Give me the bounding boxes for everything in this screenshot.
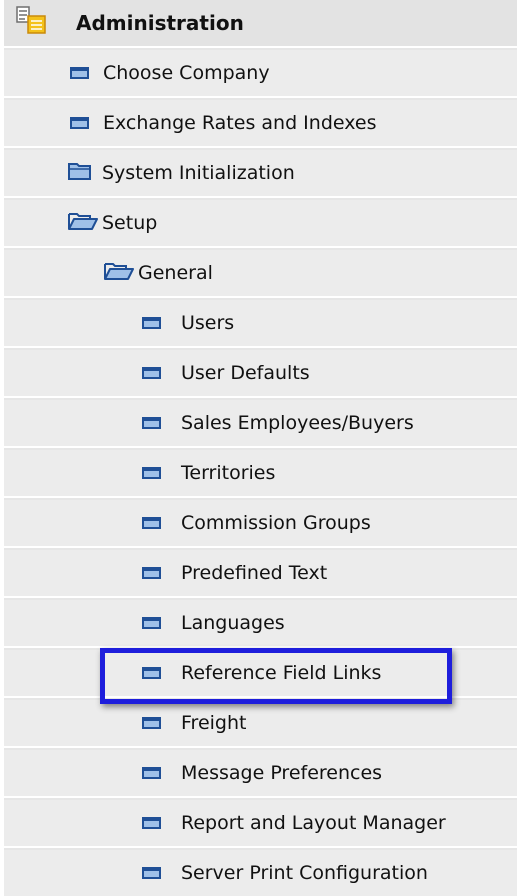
menu-item-label: General (138, 262, 213, 284)
menu-item-message-preferences[interactable]: Message Preferences (4, 750, 517, 798)
menu-item-label: Choose Company (103, 62, 270, 84)
menu-item-label: Territories (181, 462, 276, 484)
menu-item-languages[interactable]: Languages (4, 600, 517, 648)
folder-closed-icon (68, 161, 92, 186)
menu-item-label: Exchange Rates and Indexes (103, 112, 377, 134)
folder-open-icon (104, 261, 134, 286)
menu-item-label: Reference Field Links (181, 662, 382, 684)
menu-item-label: Users (181, 312, 235, 334)
document-icon (142, 617, 161, 629)
menu-item-label: Sales Employees/Buyers (181, 412, 414, 434)
administration-menu-tree: Administration Choose Company Exchange R… (0, 0, 517, 896)
menu-item-choose-company[interactable]: Choose Company (4, 50, 517, 98)
menu-item-commission-groups[interactable]: Commission Groups (4, 500, 517, 548)
document-icon (142, 317, 161, 329)
menu-item-system-initialization[interactable]: System Initialization (4, 150, 517, 198)
menu-item-freight[interactable]: Freight (4, 700, 517, 748)
menu-item-label: Freight (181, 712, 247, 734)
document-icon (142, 517, 161, 529)
document-icon (142, 767, 161, 779)
menu-item-label: User Defaults (181, 362, 310, 384)
menu-item-predefined-text[interactable]: Predefined Text (4, 550, 517, 598)
menu-item-territories[interactable]: Territories (4, 450, 517, 498)
menu-item-reference-field-links[interactable]: Reference Field Links (4, 650, 517, 698)
menu-header-label: Administration (76, 11, 244, 35)
menu-item-setup[interactable]: Setup (4, 200, 517, 248)
document-icon (142, 467, 161, 479)
document-icon (142, 567, 161, 579)
menu-item-sales-employees-buyers[interactable]: Sales Employees/Buyers (4, 400, 517, 448)
menu-item-server-print-configuration[interactable]: Server Print Configuration (4, 850, 517, 896)
menu-header-administration[interactable]: Administration (4, 0, 517, 48)
menu-item-label: Report and Layout Manager (181, 812, 446, 834)
menu-item-exchange-rates[interactable]: Exchange Rates and Indexes (4, 100, 517, 148)
menu-item-label: Setup (102, 212, 158, 234)
module-icon (16, 5, 50, 41)
folder-open-icon (68, 211, 98, 236)
document-icon (142, 817, 161, 829)
document-icon (70, 117, 89, 129)
menu-item-label: Predefined Text (181, 562, 328, 584)
document-icon (142, 717, 161, 729)
menu-item-users[interactable]: Users (4, 300, 517, 348)
menu-item-label: System Initialization (102, 162, 295, 184)
document-icon (142, 367, 161, 379)
menu-item-report-layout-manager[interactable]: Report and Layout Manager (4, 800, 517, 848)
menu-item-label: Message Preferences (181, 762, 383, 784)
menu-item-user-defaults[interactable]: User Defaults (4, 350, 517, 398)
document-icon (70, 67, 89, 79)
menu-item-label: Server Print Configuration (181, 862, 428, 884)
menu-item-label: Commission Groups (181, 512, 371, 534)
menu-item-label: Languages (181, 612, 285, 634)
document-icon (142, 667, 161, 679)
document-icon (142, 417, 161, 429)
menu-item-general[interactable]: General (4, 250, 517, 298)
document-icon (142, 867, 161, 879)
